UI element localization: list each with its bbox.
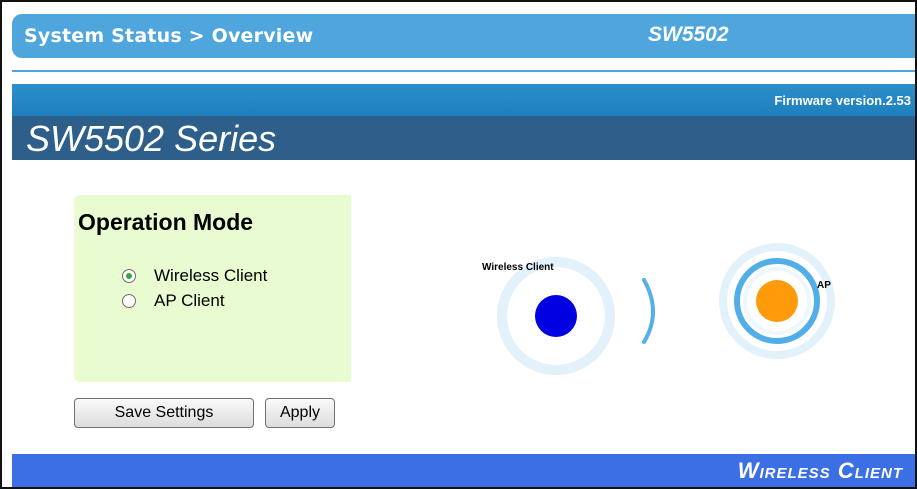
- ap-dot: [756, 280, 798, 322]
- connection-diagram-graphic: [497, 243, 835, 375]
- wireless-client-label: Wireless Client: [154, 266, 268, 285]
- firmware-version: Firmware version.2.53: [774, 93, 911, 108]
- client-dot: [535, 295, 577, 337]
- signal-arc-icon: [642, 278, 655, 344]
- diagram-client-label: Wireless Client: [482, 262, 554, 273]
- ap-client-label: AP Client: [154, 291, 225, 310]
- wireless-client-option[interactable]: Wireless Client: [122, 266, 267, 286]
- series-band: SW5502 Series: [12, 116, 915, 160]
- apply-button[interactable]: Apply: [265, 398, 335, 428]
- header-model-name: SW5502: [648, 23, 729, 46]
- header-divider: [12, 70, 915, 72]
- footer-mode-banner: Wireless Client: [12, 454, 915, 487]
- ap-client-option[interactable]: AP Client: [122, 291, 225, 311]
- firmware-band: Firmware version.2.53: [12, 84, 915, 116]
- wireless-client-radio[interactable]: [122, 269, 136, 283]
- operation-mode-title: Operation Mode: [78, 209, 254, 235]
- diagram-ap-label: AP: [817, 280, 831, 291]
- connection-diagram: Wireless Client AP: [472, 238, 852, 378]
- save-settings-button[interactable]: Save Settings: [74, 398, 254, 428]
- footer-mode-text: Wireless Client: [737, 458, 903, 483]
- top-header-bar: System Status > Overview SW5502: [12, 14, 915, 58]
- series-title: SW5502 Series: [26, 118, 277, 159]
- ap-client-radio[interactable]: [122, 294, 136, 308]
- breadcrumb: System Status > Overview: [24, 25, 314, 47]
- operation-mode-panel: Operation Mode Wireless Client AP Client: [74, 195, 351, 382]
- page-frame: System Status > Overview SW5502 Firmware…: [0, 0, 917, 489]
